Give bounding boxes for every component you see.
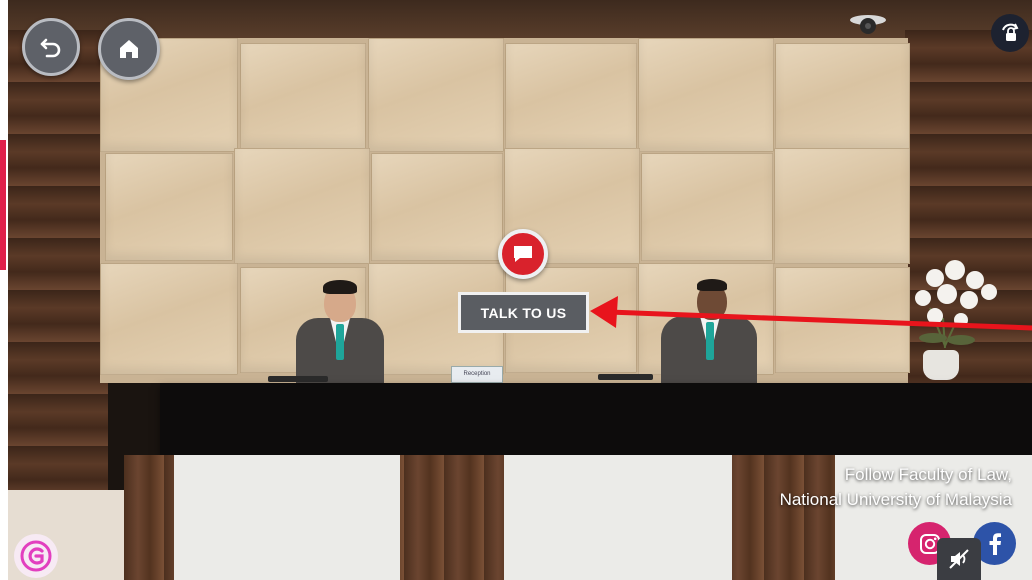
left-edge-accent: [0, 140, 6, 270]
desk-panel: [504, 455, 732, 580]
wall-tile: [775, 267, 910, 373]
ceiling-camera-icon: [850, 15, 886, 34]
laptop: [268, 376, 328, 382]
brand-logo-icon: [20, 540, 52, 572]
reception-desk-top: [160, 383, 1032, 455]
wall-tile: [100, 263, 238, 375]
facebook-icon: [989, 532, 1001, 555]
home-button[interactable]: [98, 18, 160, 80]
wall-tile: [105, 153, 233, 261]
wall-tile: [234, 148, 370, 264]
back-button[interactable]: [22, 18, 80, 76]
chat-hotspot[interactable]: [498, 229, 548, 279]
wall-tile: [638, 38, 774, 152]
wall-tile: [775, 43, 910, 149]
wall-tile: [505, 43, 637, 149]
laptop: [598, 374, 653, 380]
sound-muted-icon: [949, 549, 969, 569]
follow-line-1: Follow Faculty of Law,: [844, 465, 1012, 484]
brand-logo-button[interactable]: [14, 534, 58, 578]
home-icon: [120, 40, 138, 58]
rotate-lock-button[interactable]: [991, 14, 1029, 52]
back-arrow-icon: [40, 38, 61, 58]
follow-caption: Follow Faculty of Law, National Universi…: [780, 462, 1012, 512]
orchid-flowers: [915, 260, 997, 348]
desk-panel: [174, 455, 400, 580]
flower-vase: [923, 350, 959, 380]
sound-toggle-button[interactable]: [937, 538, 981, 580]
wall-tile: [641, 153, 773, 261]
talk-to-us-button[interactable]: TALK TO US: [458, 292, 589, 333]
wall-tile: [240, 43, 366, 149]
wall-tile: [774, 148, 910, 264]
rotate-lock-icon: [1002, 23, 1019, 41]
wall-tile: [371, 153, 503, 261]
left-edge-strip: [0, 0, 8, 580]
follow-line-2: National University of Malaysia: [779, 490, 1012, 509]
chat-icon: [514, 246, 532, 262]
reception-sign: Reception: [451, 366, 503, 383]
wall-tile: [368, 38, 504, 152]
